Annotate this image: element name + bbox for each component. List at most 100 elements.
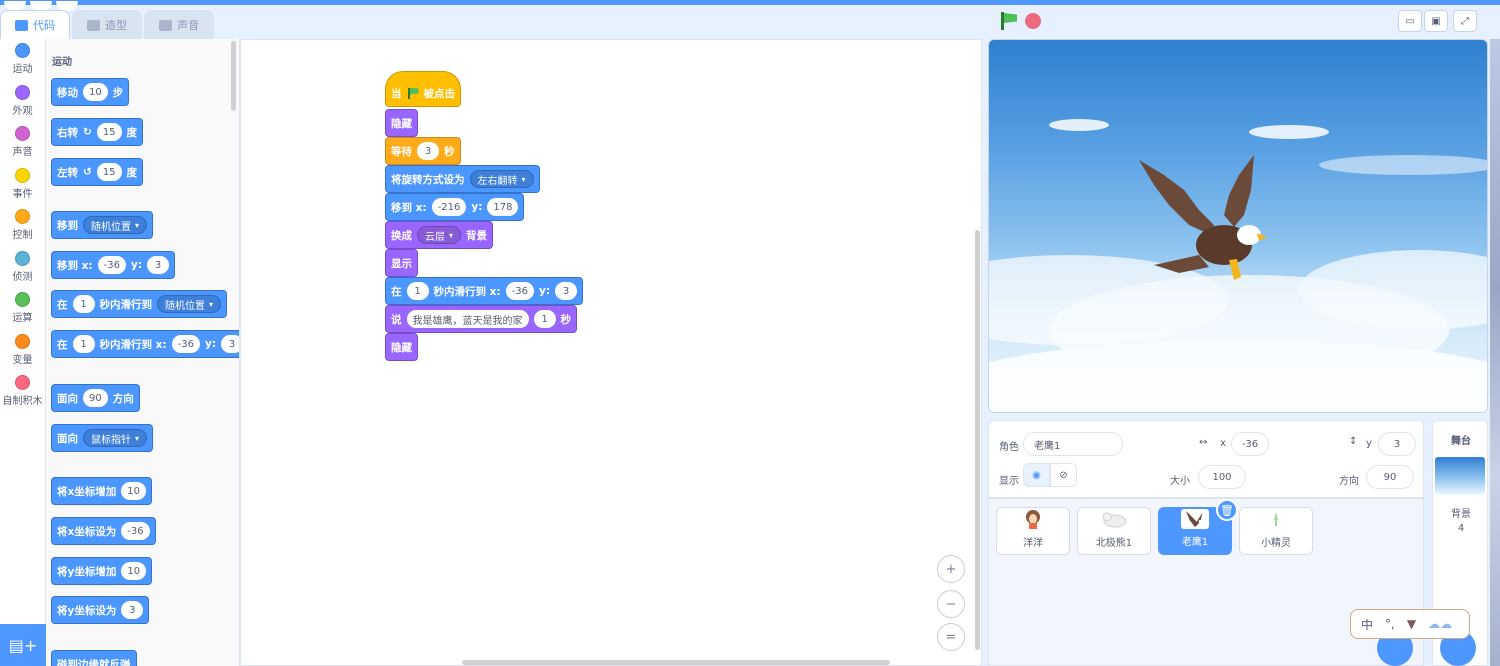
goto-xy-block[interactable]: 移到 x: -36 y: 3 [51, 251, 176, 279]
category-looks[interactable]: 外观 [0, 81, 45, 123]
seconds-input[interactable]: 1 [406, 282, 429, 300]
x-input[interactable]: -36 [505, 282, 534, 300]
rotation-style-dropdown[interactable]: 左右翻转 [469, 170, 534, 188]
point-direction-block[interactable]: 面向 90 方向 [51, 384, 140, 412]
add-extension-button[interactable]: ▤+ [0, 624, 46, 666]
glide-xy-block[interactable]: 在 1 秒内滑行到 x: -36 y: 3 [385, 277, 584, 305]
seconds-input[interactable]: 1 [72, 295, 95, 313]
palette-scrollbar[interactable] [231, 41, 236, 111]
green-flag-button[interactable] [1000, 12, 1018, 30]
y-delta-input[interactable]: 10 [121, 562, 147, 580]
x-input[interactable]: -216 [431, 198, 467, 216]
zoom-out-button[interactable]: − [937, 590, 965, 618]
turn-left-block[interactable]: 左转 ↺ 15 度 [51, 158, 144, 186]
goto-block[interactable]: 移到 随机位置 [51, 211, 154, 239]
category-motion[interactable]: 运动 [0, 39, 45, 81]
message-input[interactable]: 我是雄鹰，蓝天是我的家 [406, 310, 529, 328]
degrees-input[interactable]: 15 [96, 163, 122, 181]
say-for-secs-block[interactable]: 说我是雄鹰，蓝天是我的家 1 秒 [385, 305, 577, 333]
y-input[interactable]: 3 [555, 282, 578, 300]
bounce-block[interactable]: 碰到边缘就反弹 [51, 650, 137, 666]
block-text: 背景 [466, 229, 488, 242]
ime-punctuation[interactable]: °, [1385, 617, 1395, 631]
direction-input[interactable]: 90 [1366, 465, 1414, 489]
sprite-card[interactable]: 北极熊1 [1077, 507, 1151, 555]
small-stage-button[interactable]: ▭ [1398, 10, 1422, 32]
hide-block[interactable]: 隐藏 [385, 333, 418, 361]
zoom-reset-button[interactable]: = [937, 623, 965, 651]
y-position-input[interactable]: 3 [1378, 432, 1416, 456]
script-horizontal-scrollbar[interactable] [462, 660, 890, 665]
category-control[interactable]: 控制 [0, 205, 45, 247]
tab-sounds[interactable]: 声音 [144, 10, 214, 39]
tab-code[interactable]: 代码 [0, 10, 70, 39]
script-vertical-scrollbar[interactable] [975, 230, 980, 650]
fullscreen-button[interactable]: ⤢ [1453, 10, 1477, 32]
point-target-dropdown[interactable]: 鼠标指针 [83, 429, 148, 447]
script-area[interactable]: 当被点击 隐藏 等待3秒 将旋转方式设为左右翻转 移到 x:-216y:178 … [240, 39, 982, 666]
shirt-icon[interactable]: ▼ [1407, 617, 1416, 631]
block-text: 当 [391, 87, 402, 100]
category-variables[interactable]: 变量 [0, 330, 45, 372]
sprite-card[interactable]: 小精灵 [1239, 507, 1313, 555]
ime-language[interactable]: 中 [1361, 616, 1373, 633]
category-label: 声音 [12, 147, 33, 158]
hide-block[interactable]: 隐藏 [385, 109, 418, 137]
change-y-block[interactable]: 将y坐标增加 10 [51, 557, 153, 585]
category-operators[interactable]: 运算 [0, 288, 45, 330]
steps-input[interactable]: 10 [83, 83, 108, 101]
show-block[interactable]: 显示 [385, 249, 418, 277]
when-flag-clicked-block[interactable]: 当 被点击 [385, 71, 461, 107]
category-events[interactable]: 事件 [0, 164, 45, 206]
x-position-input[interactable]: -36 [1231, 432, 1269, 456]
seconds-input[interactable]: 1 [72, 335, 95, 353]
ime-toolbar[interactable]: 中 °, ▼ ☁☁ [1350, 609, 1470, 639]
y-input[interactable]: 178 [487, 198, 519, 216]
block-text: 隐藏 [391, 117, 412, 130]
stop-button[interactable] [1025, 13, 1041, 29]
backdrop-dropdown[interactable]: 云层 [417, 226, 462, 244]
category-sensing[interactable]: 侦测 [0, 247, 45, 289]
sprite-card[interactable]: 洋洋 [996, 507, 1070, 555]
category-my-blocks[interactable]: 自制积木 [0, 371, 45, 413]
degrees-input[interactable]: 15 [96, 123, 122, 141]
sprite-name-input[interactable]: 老鹰1 [1023, 432, 1123, 456]
move-steps-block[interactable]: 移动 10 步 [51, 78, 130, 106]
tab-costumes[interactable]: 造型 [72, 10, 142, 39]
x-input[interactable]: -36 [171, 335, 200, 353]
stage-canvas[interactable] [988, 39, 1488, 413]
x-input[interactable]: -36 [121, 522, 150, 540]
category-sound[interactable]: 声音 [0, 122, 45, 164]
delete-sprite-button[interactable]: 🗑 [1216, 499, 1238, 521]
point-towards-block[interactable]: 面向 鼠标指针 [51, 424, 154, 452]
glide-xy-block[interactable]: 在 1 秒内滑行到 x: -36 y: 3 [51, 330, 239, 358]
y-input[interactable]: 3 [147, 256, 170, 274]
seconds-input[interactable]: 1 [533, 310, 556, 328]
wait-block[interactable]: 等待 3 秒 [385, 137, 461, 165]
size-input[interactable]: 100 [1198, 465, 1246, 489]
switch-backdrop-block[interactable]: 换成云层背景 [385, 221, 494, 249]
y-input[interactable]: 3 [121, 601, 144, 619]
seconds-input[interactable]: 3 [417, 142, 439, 160]
y-input[interactable]: 3 [221, 335, 239, 353]
glide-target-dropdown[interactable]: 随机位置 [157, 295, 222, 313]
show-visible-button[interactable]: ◉ [1023, 463, 1050, 487]
zoom-in-button[interactable]: + [937, 555, 965, 583]
turn-right-block[interactable]: 右转 ↻ 15 度 [51, 118, 144, 146]
direction-input[interactable]: 90 [83, 389, 108, 407]
x-input[interactable]: -36 [97, 256, 126, 274]
set-x-block[interactable]: 将x坐标设为 -36 [51, 517, 156, 545]
x-delta-input[interactable]: 10 [121, 482, 147, 500]
glide-block[interactable]: 在 1 秒内滑行到 随机位置 [51, 290, 228, 318]
change-x-block[interactable]: 将x坐标增加 10 [51, 477, 153, 505]
show-hidden-button[interactable]: ⊘ [1050, 463, 1077, 487]
block-text: 换成 [391, 229, 412, 242]
code-icon [15, 19, 28, 31]
set-y-block[interactable]: 将y坐标设为 3 [51, 596, 150, 624]
goto-target-dropdown[interactable]: 随机位置 [83, 216, 148, 234]
goto-xy-block[interactable]: 移到 x: -216 y: 178 [385, 193, 525, 221]
set-rotation-style-block[interactable]: 将旋转方式设为 左右翻转 [385, 165, 540, 193]
block-text: 在 [391, 285, 402, 298]
logo [0, 0, 100, 30]
normal-stage-button[interactable]: ▣ [1424, 10, 1448, 32]
